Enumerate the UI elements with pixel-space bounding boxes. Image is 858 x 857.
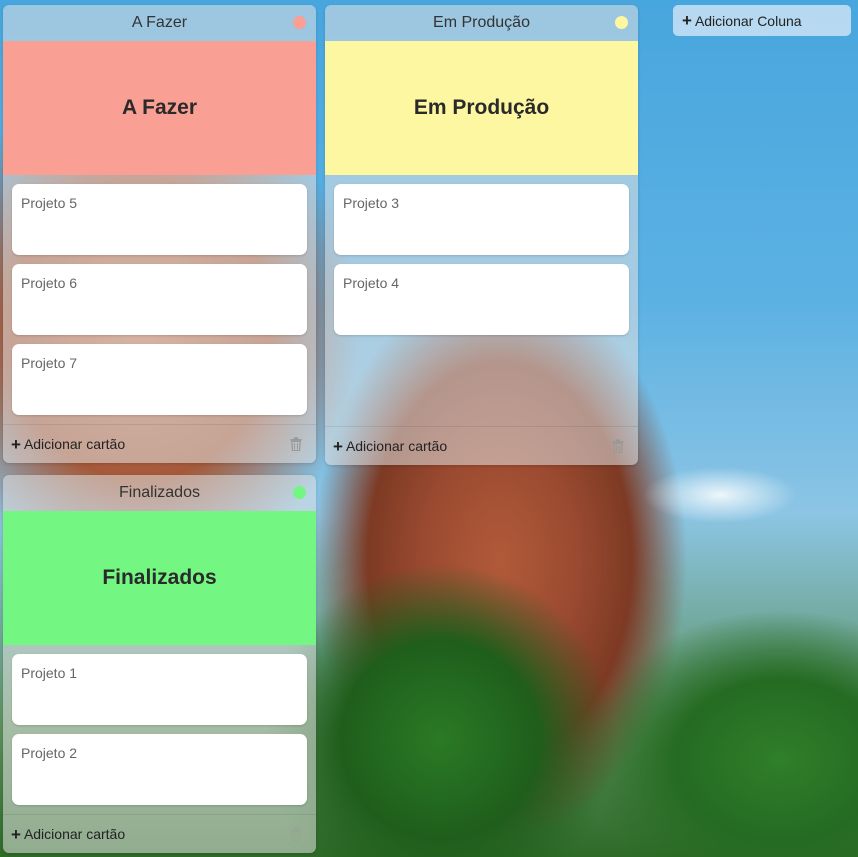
column-header[interactable]: Em Produção [325,5,638,41]
card-list: Projeto 5 Projeto 6 Projeto 7 [3,175,316,415]
column-footer: + Adicionar cartão [3,814,316,853]
add-column-label: Adicionar Coluna [694,12,802,29]
plus-icon: + [682,11,692,30]
column-header[interactable]: Finalizados [3,475,316,511]
column-footer: + Adicionar cartão [3,424,316,463]
column-title: A Fazer [131,14,188,31]
column-banner-title: Finalizados [102,566,217,589]
column-title: Em Produção [433,14,530,31]
column-em-producao: Em Produção Em Produção Projeto 3 Projet… [325,5,638,465]
card-title: Projeto 6 [21,275,78,291]
add-card-button[interactable]: Adicionar cartão [24,436,125,452]
card-list: Projeto 1 Projeto 2 [3,645,316,805]
add-column-button[interactable]: + Adicionar Coluna [673,5,851,36]
card[interactable]: Projeto 4 [334,264,629,335]
card-title: Projeto 5 [21,195,78,211]
card[interactable]: Projeto 6 [12,264,307,335]
column-banner-title: Em Produção [413,96,550,119]
column-color-dot[interactable] [615,16,628,29]
plus-icon[interactable]: + [11,436,21,453]
column-footer: + Adicionar cartão [325,426,638,465]
add-card-button[interactable]: Adicionar cartão [346,438,447,454]
column-color-dot[interactable] [293,486,306,499]
column-banner: Finalizados [3,511,316,645]
column-finalizados: Finalizados Finalizados Projeto 1 Projet… [3,475,316,853]
card[interactable]: Projeto 1 [12,654,307,725]
card-title: Projeto 7 [21,355,78,371]
trash-icon[interactable] [612,439,624,453]
column-header[interactable]: A Fazer [3,5,316,41]
trash-icon[interactable] [290,827,302,841]
card-title: Projeto 2 [21,745,78,761]
column-banner: A Fazer [3,41,316,175]
card-list: Projeto 3 Projeto 4 [325,175,638,426]
card[interactable]: Projeto 3 [334,184,629,255]
add-card-button[interactable]: Adicionar cartão [24,826,125,842]
column-a-fazer: A Fazer A Fazer Projeto 5 Projeto 6 Proj… [3,5,316,463]
column-title: Finalizados [119,484,200,501]
card-title: Projeto 1 [21,665,78,681]
column-banner-title: A Fazer [121,96,198,119]
card-title: Projeto 3 [343,195,400,211]
column-banner: Em Produção [325,41,638,175]
card[interactable]: Projeto 5 [12,184,307,255]
plus-icon[interactable]: + [333,438,343,455]
plus-icon[interactable]: + [11,826,21,843]
column-color-dot[interactable] [293,16,306,29]
trash-icon[interactable] [290,437,302,451]
card[interactable]: Projeto 2 [12,734,307,805]
card[interactable]: Projeto 7 [12,344,307,415]
card-title: Projeto 4 [343,275,400,291]
